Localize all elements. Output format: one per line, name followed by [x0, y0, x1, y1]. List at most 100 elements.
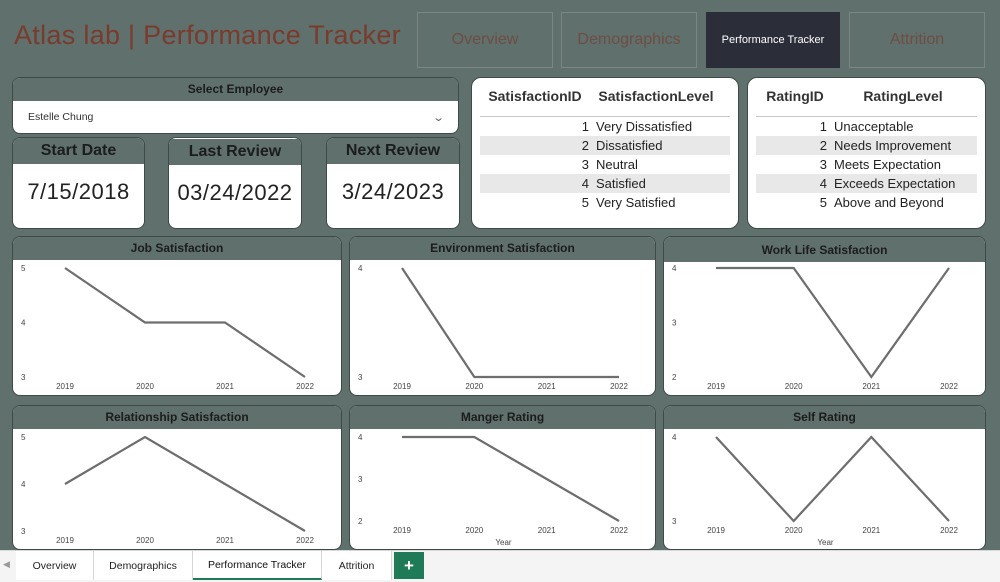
chart-title: Relationship Satisfaction [13, 406, 341, 429]
table-row: 1 Unacceptable [819, 119, 914, 134]
line-chart: 2 3 4 2019 2020 2021 2022 [672, 264, 958, 391]
satisfaction-level-header: SatisfactionLevel [598, 88, 714, 104]
line-chart: 3 4 2019 2020 2021 2022 [358, 264, 628, 391]
table-row: 2 Needs Improvement [756, 136, 977, 155]
x-tick-label: 2020 [465, 382, 483, 391]
table-row: 1 Very Dissatisfied [581, 119, 693, 134]
x-tick-label: 2022 [296, 536, 314, 545]
x-tick-label: 2019 [393, 382, 411, 391]
x-tick-label: 2022 [610, 382, 628, 391]
line-chart: 3 4 5 2019 2020 2021 2022 [21, 433, 314, 545]
start-date-value: 7/15/2018 [27, 179, 130, 204]
rating-level-table: RatingID RatingLevel 1 Unacceptable 2 Need… [747, 77, 986, 229]
chart-title: Work Life Satisfaction [664, 237, 985, 262]
last-review-card: Last Review 03/24/2022 [168, 137, 302, 229]
table-row: 4 Exceeds Expectation [756, 174, 977, 193]
series-line [715, 435, 950, 523]
satisfaction-level-table: SatisfactionID SatisfactionLevel 1 Very D… [471, 77, 739, 229]
x-tick-label: 2019 [707, 526, 725, 535]
table-row: 3 Meets Expectation [819, 157, 941, 172]
page-tab-performance-tracker[interactable]: Performance Tracker [193, 551, 322, 580]
series-line [64, 267, 306, 378]
chart-title: Manger Rating [350, 406, 655, 429]
x-tick-label: 2020 [136, 536, 154, 545]
y-tick-label: 5 [21, 433, 26, 442]
employee-dropdown[interactable]: Estelle Chung ⌄ [14, 102, 457, 132]
x-tick-label: 2022 [610, 526, 628, 535]
series-line [64, 435, 306, 532]
satisfaction-id-header: SatisfactionID [488, 88, 582, 104]
x-tick-label: 2020 [785, 526, 803, 535]
y-tick-label: 4 [21, 480, 26, 489]
table-row: 2 Dissatisfied [480, 136, 730, 155]
page-tab-attrition[interactable]: Attrition [322, 551, 392, 580]
page-tab-bar: ◀ Overview Demographics Performance Trac… [0, 550, 1000, 582]
series-line [401, 267, 619, 379]
x-tick-label: 2021 [216, 382, 234, 391]
nav-tab-demographics[interactable]: Demographics [561, 12, 697, 68]
nav-tab-overview[interactable]: Overview [417, 12, 553, 68]
y-tick-label: 3 [21, 373, 26, 382]
scroll-left-icon[interactable]: ◀ [3, 559, 10, 570]
relationship-satisfaction-chart: Relationship Satisfaction 3 4 5 2019 2020 202… [12, 405, 342, 550]
y-tick-label: 4 [358, 433, 363, 442]
y-tick-label: 5 [21, 264, 26, 273]
nav-tab-performance-tracker[interactable]: Performance Tracker [706, 12, 840, 68]
series-line [402, 435, 620, 522]
y-tick-label: 4 [672, 433, 677, 442]
page-tab-overview[interactable]: Overview [16, 551, 94, 580]
manager-rating-chart: Manger Rating 2 3 4 2019 2020 2021 2022 Year [349, 405, 656, 550]
y-tick-label: 2 [358, 517, 363, 526]
x-tick-label: 2020 [136, 382, 154, 391]
table-row: 5 Very Satisfied [581, 195, 676, 210]
satisfaction-table-header: SatisfactionID SatisfactionLevel [472, 78, 738, 116]
next-review-card: Next Review 3/24/2023 [326, 137, 460, 229]
job-satisfaction-chart: Job Satisfaction 3 4 5 2019 2020 2021 2022 [12, 236, 342, 396]
x-tick-label: 2021 [862, 526, 880, 535]
x-tick-label: 2019 [56, 382, 74, 391]
x-tick-label: 2021 [862, 382, 880, 391]
x-tick-label: 2021 [538, 382, 556, 391]
y-tick-label: 4 [358, 264, 363, 273]
x-tick-label: 2020 [465, 526, 483, 535]
x-tick-label: 2019 [393, 526, 411, 535]
next-review-value: 3/24/2023 [341, 179, 445, 204]
work-life-satisfaction-chart: Work Life Satisfaction 2 3 4 2019 2020 2021 20… [663, 236, 986, 396]
employee-selector-title: Select Employee [13, 78, 458, 101]
employee-dropdown-value: Estelle Chung [28, 111, 94, 123]
add-page-button[interactable]: + [394, 552, 424, 579]
series-line [716, 266, 950, 379]
y-tick-label: 3 [21, 527, 26, 536]
line-chart: 2 3 4 2019 2020 2021 2022 Year [358, 433, 628, 547]
x-axis-label: Year [817, 538, 834, 547]
y-tick-label: 3 [358, 373, 363, 382]
chart-title: Environment Satisfaction [350, 237, 655, 260]
employee-selector: Select Employee Estelle Chung ⌄ [12, 77, 459, 134]
last-review-value: 03/24/2022 [177, 180, 293, 205]
chevron-down-icon[interactable]: ⌄ [432, 111, 445, 124]
y-tick-label: 4 [672, 264, 677, 273]
x-tick-label: 2022 [940, 382, 958, 391]
line-chart: 3 4 5 2019 2020 2021 2022 [21, 264, 314, 391]
start-date-card: Start Date 7/15/2018 [12, 137, 145, 229]
rating-table-header: RatingID RatingLevel [748, 78, 985, 116]
rating-level-header: RatingLevel [863, 88, 943, 104]
x-tick-label: 2021 [538, 526, 556, 535]
environment-satisfaction-chart: Environment Satisfaction 3 4 2019 2020 2021 2… [349, 236, 656, 396]
y-tick-label: 3 [672, 319, 677, 328]
start-date-label: Start Date [13, 138, 144, 164]
line-chart: 3 4 2019 2020 2021 2022 Year [672, 433, 958, 547]
next-review-label: Next Review [327, 138, 459, 164]
x-tick-label: 2022 [296, 382, 314, 391]
x-tick-label: 2020 [785, 382, 803, 391]
y-tick-label: 3 [358, 475, 363, 484]
chart-title: Self Rating [664, 406, 985, 429]
page-tab-demographics[interactable]: Demographics [94, 551, 193, 580]
last-review-label: Last Review [169, 139, 301, 165]
plus-icon: + [404, 555, 414, 575]
page-title: Atlas lab | Performance Tracker [14, 20, 401, 50]
x-axis-label: Year [495, 538, 512, 547]
rating-id-header: RatingID [766, 88, 824, 104]
table-row: 4 Satisfied [480, 174, 730, 193]
nav-tab-attrition[interactable]: Attrition [849, 12, 985, 68]
